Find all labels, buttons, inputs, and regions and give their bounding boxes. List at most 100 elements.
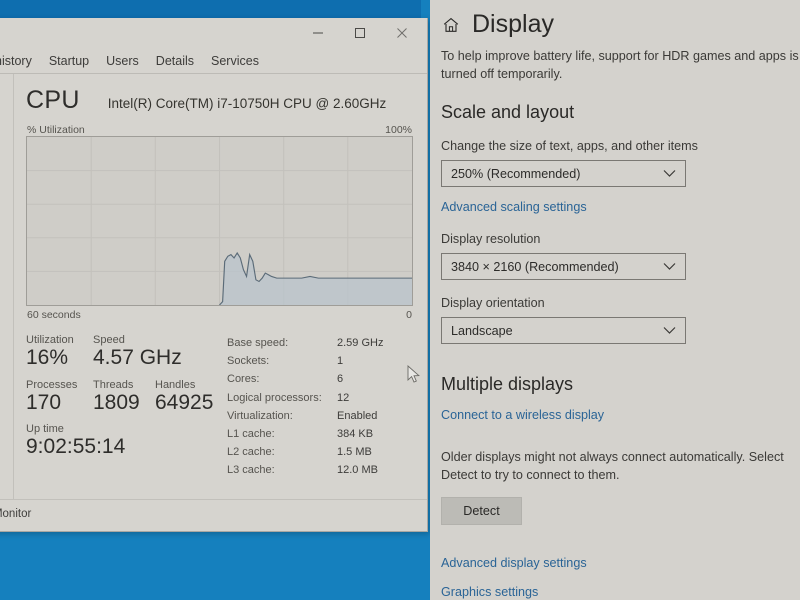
graph-y-label: % Utilization <box>27 124 85 136</box>
advanced-display-settings-link[interactable]: Advanced display settings <box>441 556 587 570</box>
handles-value: 64925 <box>155 390 214 414</box>
threads-value: 1809 <box>93 390 140 414</box>
mouse-cursor <box>407 364 421 390</box>
page-title: CPU <box>26 86 80 114</box>
resolution-dropdown[interactable]: 3840 × 2160 (Recommended) <box>441 253 686 280</box>
hdr-battery-note: To help improve battery life, support fo… <box>441 49 799 81</box>
l1-cache-value: 384 KB <box>337 428 374 441</box>
cpu-graph-svg <box>27 137 412 305</box>
table-row: Virtualization: Enabled <box>227 407 413 425</box>
cpu-stats-secondary: Base speed: 2.59 GHz Sockets: 1 Cores: 6 <box>221 334 413 480</box>
logical-processors-value: 12 <box>337 391 350 404</box>
logical-processors-key: Logical processors: <box>227 391 322 404</box>
l3-cache-value: 12.0 MB <box>337 464 378 477</box>
chevron-down-icon <box>663 324 676 338</box>
orientation-label: Display orientation <box>441 296 545 310</box>
graph-axis-labels: % Utilization 100% <box>26 124 413 136</box>
table-row: Logical processors: 12 <box>227 389 413 407</box>
tab-users[interactable]: Users <box>106 54 139 73</box>
tab-bar: history Startup Users Details Services <box>0 48 427 74</box>
sockets-value: 1 <box>337 355 344 368</box>
l3-cache-key: L3 cache: <box>227 464 275 477</box>
resolution-dropdown-value: 3840 × 2160 (Recommended) <box>451 259 619 274</box>
tab-details[interactable]: Details <box>156 54 194 73</box>
tab-startup[interactable]: Startup <box>49 54 89 73</box>
desktop-wallpaper-bottom <box>0 532 430 600</box>
table-row: L1 cache: 384 KB <box>227 425 413 443</box>
scale-dropdown[interactable]: 250% (Recommended) <box>441 160 686 187</box>
graphics-settings-link[interactable]: Graphics settings <box>441 585 538 599</box>
speed-value: 4.57 GHz <box>93 346 182 369</box>
graph-footer-labels: 60 seconds 0 <box>26 309 413 321</box>
advanced-scaling-settings-link[interactable]: Advanced scaling settings <box>441 200 587 214</box>
speed-label: Speed <box>93 334 125 346</box>
maximize-icon[interactable] <box>339 18 381 48</box>
stat-values-row-2: 170 1809 64925 <box>26 391 221 415</box>
tab-services[interactable]: Services <box>211 54 259 73</box>
l1-cache-key: L1 cache: <box>227 428 275 441</box>
section-heading-scale-layout: Scale and layout <box>441 102 575 122</box>
cores-value: 6 <box>337 373 344 386</box>
processes-value: 170 <box>26 390 62 414</box>
virtualization-value: Enabled <box>337 409 378 422</box>
graph-x-label: 60 seconds <box>27 309 81 321</box>
processes-label: Processes <box>26 378 78 391</box>
graph-x-origin: 0 <box>406 309 412 321</box>
tab-app-history[interactable]: history <box>0 54 32 73</box>
sockets-key: Sockets: <box>227 355 270 368</box>
base-speed-value: 2.59 GHz <box>337 337 384 349</box>
table-row: Base speed: 2.59 GHz <box>227 334 413 352</box>
graph-y-max: 100% <box>385 124 412 136</box>
scale-dropdown-value: 250% (Recommended) <box>451 166 581 181</box>
cpu-utilization-graph[interactable] <box>26 136 413 306</box>
virtualization-key: Virtualization: <box>227 409 293 422</box>
cpu-header: CPU Intel(R) Core(TM) i7-10750H CPU @ 2.… <box>26 74 413 115</box>
threads-label: Threads <box>93 378 134 391</box>
section-heading-multiple-displays: Multiple displays <box>441 374 574 394</box>
scale-label: Change the size of text, apps, and other… <box>441 139 698 153</box>
stat-values-row-1: 16% 4.57 GHz <box>26 346 221 370</box>
minimize-icon[interactable] <box>297 18 339 48</box>
status-bar: ource Monitor <box>0 499 427 531</box>
chevron-down-icon <box>663 260 676 274</box>
table-row: L3 cache: 12.0 MB <box>227 461 413 479</box>
orientation-dropdown-value: Landscape <box>451 323 513 338</box>
cpu-stats-primary: Utilization Speed 16% 4.57 GHz Processes… <box>26 334 221 480</box>
settings-header: Display <box>441 0 800 39</box>
cpu-model-name: Intel(R) Core(TM) i7-10750H CPU @ 2.60GH… <box>107 96 387 111</box>
table-row: Cores: 6 <box>227 370 413 388</box>
page-title: Display <box>472 10 554 38</box>
cores-key: Cores: <box>227 373 260 386</box>
open-resource-monitor-link[interactable]: ource Monitor <box>0 508 31 520</box>
desktop-wallpaper-top <box>0 0 430 18</box>
table-row: Sockets: 1 <box>227 352 413 370</box>
l2-cache-key: L2 cache: <box>227 446 275 459</box>
utilization-value: 16% <box>26 346 69 369</box>
uptime-label: Up time <box>26 423 64 436</box>
stat-labels-row-1: Utilization Speed <box>26 334 221 346</box>
performance-pane: hics 1000 CPU Intel(R) Core(TM) i7-10750… <box>0 74 427 500</box>
l2-cache-value: 1.5 MB <box>337 446 372 459</box>
cpu-stats: Utilization Speed 16% 4.57 GHz Processes… <box>26 334 413 480</box>
connect-wireless-display-link[interactable]: Connect to a wireless display <box>441 408 604 422</box>
handles-label: Handles <box>155 378 196 391</box>
resolution-label: Display resolution <box>441 232 541 246</box>
cpu-detail-pane: CPU Intel(R) Core(TM) i7-10750H CPU @ 2.… <box>14 74 427 500</box>
home-icon[interactable] <box>441 15 461 35</box>
close-icon[interactable] <box>381 18 423 48</box>
task-manager-window: history Startup Users Details Services h… <box>0 18 428 532</box>
stat-labels-row-2: Processes Threads Handles <box>26 379 221 391</box>
title-bar[interactable] <box>0 18 427 48</box>
screen: history Startup Users Details Services h… <box>0 0 800 600</box>
utilization-label: Utilization <box>26 334 74 346</box>
orientation-dropdown[interactable]: Landscape <box>441 317 686 344</box>
multiple-displays-note: Older displays might not always connect … <box>441 450 784 482</box>
window-controls <box>297 18 423 48</box>
uptime-value: 9:02:55:14 <box>26 435 126 459</box>
chevron-down-icon <box>663 167 676 181</box>
resource-sidebar: hics 1000 <box>0 74 14 500</box>
detect-button[interactable]: Detect <box>441 497 522 525</box>
